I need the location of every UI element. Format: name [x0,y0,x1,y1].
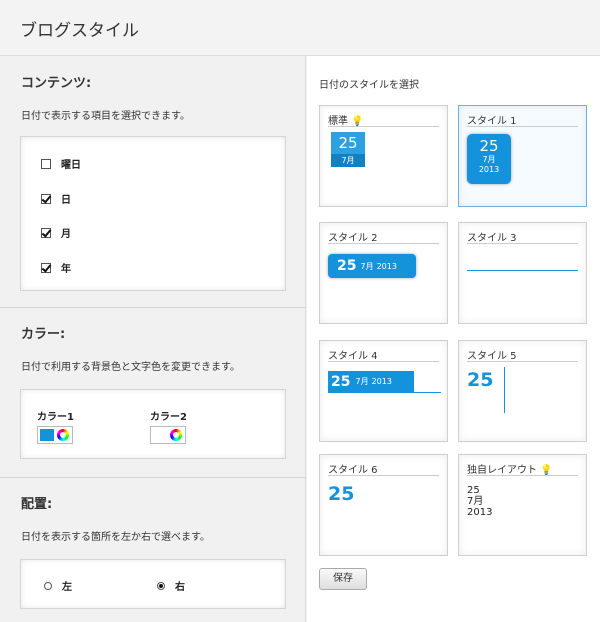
color1-swatch [40,429,54,441]
color-title: カラー: [21,327,66,342]
style-card-label: スタイル 6 [328,465,378,476]
style-card-4[interactable]: スタイル 4 25 7月 2013 [319,340,448,442]
card-divider [328,126,439,127]
checkbox-icon[interactable] [41,158,51,169]
date-preview-style1: 25 7月 2013 [467,134,511,184]
color2-label: カラー2 [150,412,187,423]
style-card-label: スタイル 4 [328,351,378,362]
date-day: 25 [331,132,365,154]
checkbox-label: 日 [61,195,71,206]
color1-label: カラー1 [37,412,74,423]
style-card-label: スタイル 1 [467,116,517,127]
contents-title: コンテンツ: [21,76,92,91]
radio-label: 左 [62,582,72,593]
radio-right[interactable]: 右 [157,578,185,593]
style-card-1[interactable]: スタイル 1 25 7月 2013 [458,105,587,207]
style-card-standard[interactable]: 標準 💡 25 7月 [319,105,448,207]
radio-left[interactable]: 左 [44,578,72,593]
date-year: 2013 [376,261,397,271]
checkbox-label: 年 [61,264,71,275]
style-card-2[interactable]: スタイル 2 25 7月 2013 [319,222,448,324]
style-card-label: スタイル 2 [328,233,378,244]
date-preview-custom: 25 7月 2013 [467,485,492,518]
page-title: ブログスタイル [20,21,139,41]
checkbox-weekday[interactable]: 曜日 [41,156,81,171]
date-day: 25 [328,483,355,505]
card-divider [467,243,578,244]
contents-description: 日付で表示する項目を選択できます。 [21,111,190,122]
page-header: ブログスタイル [0,0,600,56]
date-month: 7月 [360,261,374,271]
card-divider [328,243,439,244]
section-divider [0,307,306,308]
placement-description: 日付を表示する箇所を左か右で選べます。 [21,532,210,543]
color1-picker[interactable] [37,426,73,444]
date-day: 25 [479,137,499,155]
date-month: 7月 [482,155,496,164]
style-card-5[interactable]: スタイル 5 25 [458,340,587,442]
section-divider [0,477,306,478]
date-month: 7月 [331,154,365,167]
radio-label: 右 [175,582,185,593]
checkbox-label: 月 [61,229,71,240]
checkbox-checked-icon[interactable] [41,193,51,204]
date-day: 25 [337,258,357,274]
date-month: 7月 [355,377,369,386]
date-year: 2013 [467,507,493,518]
style-card-custom[interactable]: 独自レイアウト 💡 25 7月 2013 [458,454,587,556]
checkbox-month[interactable]: 月 [41,225,71,240]
color-description: 日付で利用する背景色と文字色を変更できます。 [21,362,240,373]
checkbox-checked-icon[interactable] [41,227,51,238]
style-card-label: スタイル 5 [467,351,517,362]
date-preview-standard: 25 7月 [331,132,365,167]
placement-title: 配置: [21,497,53,512]
checkbox-checked-icon[interactable] [41,262,51,273]
date-year: 2013 [478,165,500,174]
date-preview-style5-line [504,367,505,413]
radio-selected-icon[interactable] [157,581,165,590]
date-month: 7月 [467,496,484,507]
checkbox-label: 曜日 [61,160,81,171]
date-day: 25 [467,369,494,391]
card-divider [467,475,578,476]
date-preview-style3-line [467,270,578,271]
checkbox-day[interactable]: 日 [41,191,71,206]
color-wheel-icon [57,429,69,441]
date-preview-style2: 25 7月 2013 [328,254,416,278]
date-day: 25 [331,373,351,390]
color2-swatch [153,429,167,441]
color2-picker[interactable] [150,426,186,444]
settings-panel: コンテンツ: 日付で表示する項目を選択できます。 曜日 日 月 年 カラー: 日… [0,56,306,622]
date-year: 2013 [371,377,392,386]
card-divider [467,126,578,127]
date-preview-style4-line [328,392,441,393]
checkbox-year[interactable]: 年 [41,260,71,275]
card-divider [467,361,578,362]
color-wheel-icon [170,429,182,441]
radio-icon[interactable] [44,581,52,590]
style-card-6[interactable]: スタイル 6 25 [319,454,448,556]
style-card-label: スタイル 3 [467,233,517,244]
card-divider [328,361,439,362]
date-day: 25 [467,485,480,496]
style-card-3[interactable]: スタイル 3 [458,222,587,324]
color-options-panel [20,389,286,459]
style-selector-title: 日付のスタイルを選択 [319,80,419,91]
save-button[interactable]: 保存 [319,568,367,590]
date-preview-style4: 25 7月 2013 [328,371,414,392]
style-selector-panel: 日付のスタイルを選択 標準 💡 25 7月 スタイル 1 25 7月 2013 ス… [307,56,600,622]
card-divider [328,475,439,476]
